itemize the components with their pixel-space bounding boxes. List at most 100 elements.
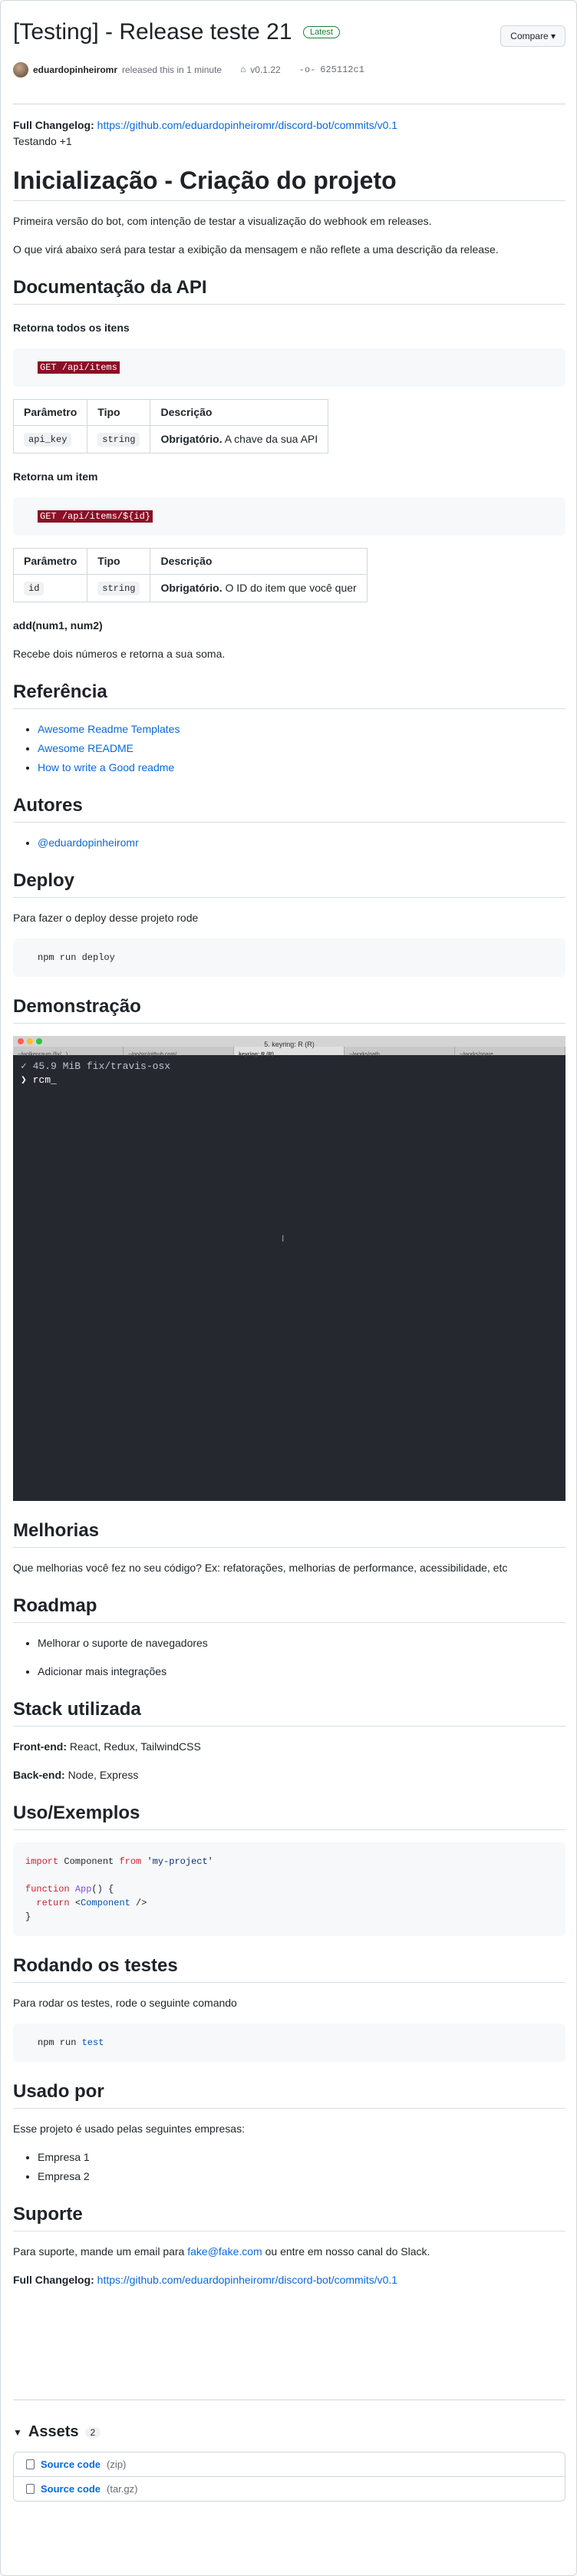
param-name: api_key <box>24 433 72 447</box>
heading-used: Usado por <box>13 2080 565 2109</box>
tag-link[interactable]: v0.1.22 <box>250 64 280 75</box>
heading-improve: Melhorias <box>13 1519 565 1548</box>
code-tests: npm run test <box>13 2024 565 2062</box>
triangle-down-icon: ▼ <box>13 2426 22 2438</box>
list-item: Adicionar mais integrações <box>38 1664 565 1680</box>
code-block: GET /api/items <box>13 348 565 387</box>
author-link[interactable]: eduardopinheiromr <box>33 64 117 75</box>
th-desc: Descrição <box>150 399 329 426</box>
back-value: Node, Express <box>64 1769 139 1781</box>
paragraph: Full Changelog: https://github.com/eduar… <box>13 2272 565 2288</box>
paragraph: Para rodar os testes, rode o seguinte co… <box>13 1997 237 2009</box>
paragraph: Back-end: Node, Express <box>13 1767 565 1783</box>
code-deploy: npm run deploy <box>13 938 565 977</box>
roadmap-list: Melhorar o suporte de navegadores Adicio… <box>13 1635 565 1680</box>
heading-tests: Rodando os testes <box>13 1954 565 1983</box>
code-text: npm run <box>38 2037 82 2048</box>
assets-title: Assets <box>28 2423 79 2440</box>
asset-name[interactable]: Source code <box>41 2459 101 2470</box>
th-param: Parâmetro <box>12 548 88 575</box>
param-type: string <box>97 582 140 595</box>
code-block: GET /api/items/${id} <box>13 497 565 536</box>
paragraph: Que melhorias você fez no seu código? Ex… <box>13 1562 508 1574</box>
file-zip-icon <box>26 2484 35 2494</box>
assets-list: Source code (zip) Source code (tar.gz) <box>13 2452 565 2502</box>
support-text: ou entre em nosso canal do Slack. <box>262 2245 430 2258</box>
code-keyword: test <box>81 2037 104 2048</box>
param-desc: A chave da sua API <box>222 433 318 445</box>
ref-list: Awesome Readme Templates Awesome README … <box>13 721 565 776</box>
asset-row[interactable]: Source code (zip) <box>14 2452 565 2476</box>
asset-ext: (tar.gz) <box>107 2483 138 2495</box>
changelog-label: Full Changelog: <box>13 119 94 131</box>
list-item: Empresa 1 <box>38 2149 565 2165</box>
heading-authors: Autores <box>13 794 565 823</box>
assets-count: 2 <box>84 2426 101 2438</box>
subheading-add: add(num1, num2) <box>13 619 103 632</box>
heading-roadmap: Roadmap <box>13 1595 565 1623</box>
heading-deploy: Deploy <box>13 869 565 898</box>
th-type: Tipo <box>87 548 151 575</box>
heading-demo: Demonstração <box>13 995 565 1024</box>
changelog-link[interactable]: https://github.com/eduardopinheiromr/dis… <box>97 119 397 131</box>
compare-button[interactable]: Compare ▾ <box>500 25 565 47</box>
params-table: Parâmetro Tipo Descrição id string Obrigatór… <box>12 548 368 602</box>
release-title: [Testing] - Release teste 21 <box>13 19 292 45</box>
list-item: Melhorar o suporte de navegadores <box>38 1635 565 1651</box>
paragraph: Esse projeto é usado pelas seguintes emp… <box>13 2122 245 2135</box>
terminal-output: ✓ 45.9 MiB fix/travis-osx ❯ rcm_ <box>13 1055 565 1092</box>
table-row: id string Obrigatório. O ID do item que vo… <box>12 574 368 602</box>
code-usage: import Component from 'my-project' funct… <box>13 1842 565 1936</box>
paragraph: Para fazer o deploy desse projeto rode <box>13 912 199 924</box>
param-name: id <box>24 582 45 595</box>
ref-link[interactable]: Awesome Readme Templates <box>38 723 180 735</box>
terminal-line: ❯ rcm_ <box>21 1074 57 1086</box>
th-param: Parâmetro <box>12 399 88 426</box>
release-card: [Testing] - Release teste 21 Latest Comp… <box>0 0 577 2576</box>
latest-badge: Latest <box>302 26 340 38</box>
testing-text: Testando +1 <box>13 135 72 147</box>
changelog-label: Full Changelog: <box>13 2274 94 2286</box>
assets-section: ▼ Assets 2 Source code (zip) Source code (… <box>13 2423 565 2502</box>
back-label: Back-end: <box>13 1769 65 1781</box>
support-text: Para suporte, mande um email para <box>13 2245 188 2258</box>
front-label: Front-end: <box>13 1740 67 1753</box>
ref-link[interactable]: How to write a Good readme <box>38 761 174 773</box>
heading-init: Inicialização - Criação do projeto <box>13 165 565 201</box>
avatar[interactable] <box>13 62 28 78</box>
subheading-get-one: Retorna um item <box>13 470 98 483</box>
heading-stack: Stack utilizada <box>13 1698 565 1727</box>
release-meta: eduardopinheiromr released this in 1 min… <box>13 62 364 78</box>
company-list: Empresa 1 Empresa 2 <box>13 2149 565 2185</box>
author-profile-link[interactable]: @eduardopinheiromr <box>38 836 139 849</box>
paragraph: Front-end: React, Redux, TailwindCSS <box>13 1739 565 1755</box>
author-list: @eduardopinheiromr <box>13 835 565 851</box>
required-label: Obrigatório. <box>160 582 223 594</box>
params-table: Parâmetro Tipo Descrição api_key string Obri… <box>12 399 329 454</box>
heading-ref: Referência <box>13 681 565 709</box>
release-body: Full Changelog: https://github.com/eduar… <box>12 117 565 2301</box>
changelog-link[interactable]: https://github.com/eduardopinheiromr/dis… <box>97 2274 397 2286</box>
paragraph: O que virá abaixo será para testar a exi… <box>13 243 499 256</box>
asset-row[interactable]: Source code (tar.gz) <box>14 2476 565 2501</box>
paragraph: Para suporte, mande um email para fake@f… <box>13 2244 565 2260</box>
required-label: Obrigatório. <box>160 433 223 445</box>
code-get-all: GET /api/items <box>38 361 120 374</box>
asset-name[interactable]: Source code <box>41 2483 101 2495</box>
terminal-title: 5. keyring: R (R) <box>264 1041 315 1048</box>
file-zip-icon <box>26 2459 35 2469</box>
subheading-get-all: Retorna todos os itens <box>13 322 130 334</box>
ref-link[interactable]: Awesome README <box>38 742 134 754</box>
paragraph: Primeira versão do bot, com intenção de … <box>13 215 432 227</box>
commit-link[interactable]: 625112c1 <box>320 64 364 75</box>
release-header: [Testing] - Release teste 21 Latest Comp… <box>13 19 565 47</box>
assets-toggle[interactable]: ▼ Assets 2 <box>13 2423 565 2441</box>
table-row: api_key string Obrigatório. A chave da sua… <box>12 425 329 454</box>
text-cursor-icon: I <box>282 1233 285 1244</box>
email-link[interactable]: fake@fake.com <box>187 2245 262 2258</box>
param-desc: O ID do item que você quer <box>222 582 357 594</box>
list-item: Empresa 2 <box>38 2169 565 2185</box>
code-get-one: GET /api/items/${id} <box>38 510 153 523</box>
param-type: string <box>97 433 140 447</box>
commit-icon: -o- <box>298 64 316 75</box>
